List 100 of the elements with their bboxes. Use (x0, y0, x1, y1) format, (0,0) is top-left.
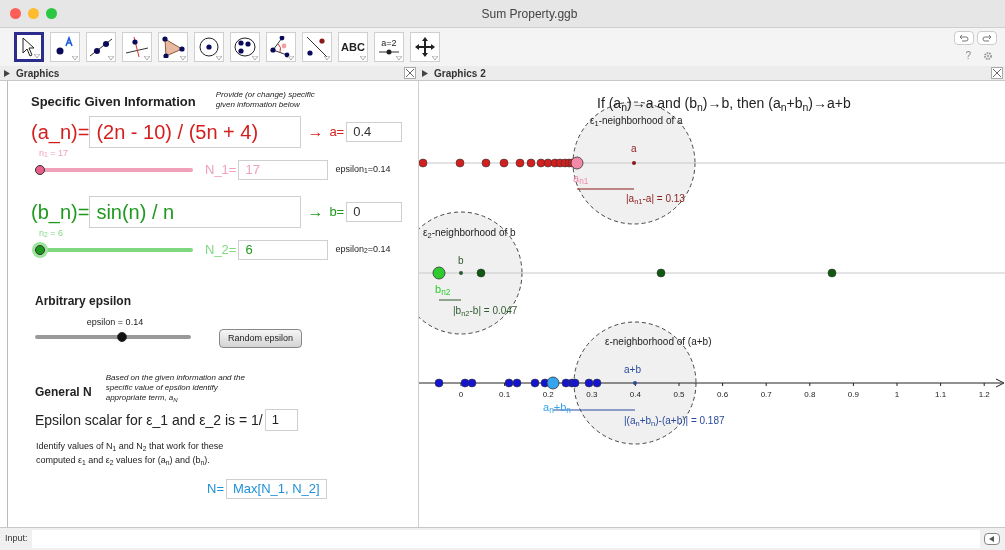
sequence-point (561, 378, 571, 388)
limit-field[interactable]: 0.4 (346, 121, 403, 142)
sequence-point (481, 158, 491, 168)
tick-label: 0 (458, 389, 464, 401)
tick-label: 0.6 (717, 389, 729, 401)
sequence-point (515, 158, 525, 168)
sequence-point (526, 158, 536, 168)
settings-icon[interactable] (983, 50, 993, 61)
limit-point (632, 161, 636, 165)
n-label: N_1= (205, 160, 237, 179)
expand-triangle-icon[interactable] (4, 69, 10, 77)
tick-label: 0.9 (847, 389, 859, 401)
slider-label: n$_{2}$ = 6 (39, 227, 65, 238)
n-label: N= (207, 480, 224, 499)
tick-label: 1.2 (978, 389, 990, 401)
graphics-title: If (a$_{n}$)→a and (b$_{n}$)→b, then (a$_{n}$+b$_{n}$)→a+b (597, 94, 851, 114)
close-icon[interactable] (404, 67, 416, 79)
distance-label: |b$_{n2}$-b| = 0.047 (453, 304, 518, 318)
tick-label: 0.5 (673, 389, 685, 401)
sequence-label: (b_n)= (31, 199, 90, 226)
close-icon[interactable] (991, 67, 1003, 79)
expand-triangle-icon[interactable] (422, 69, 428, 77)
tick-label: 0.8 (804, 389, 816, 401)
redo-button[interactable] (977, 31, 997, 45)
limit-label: b (458, 254, 464, 268)
section-heading: Specific Given Information (31, 93, 196, 111)
formula-field[interactable]: (2n - 10) / (5n + 4) (89, 115, 302, 148)
slider-thumb[interactable] (35, 164, 45, 175)
limit-label: a (631, 142, 637, 156)
sequence-point (656, 268, 666, 278)
arrow-symbol: → (307, 201, 324, 222)
sequence-point (467, 378, 477, 388)
undo-icon (959, 34, 969, 42)
formula-field[interactable]: sin(n) / n (89, 195, 302, 228)
sequence-point (543, 158, 553, 168)
term-point[interactable] (570, 156, 584, 170)
term-label: a$_{n}$+b$_{n}$ (543, 400, 571, 416)
note-text: Provide (or change) specific given information below (215, 90, 316, 110)
perpendicular-line-icon (125, 36, 149, 58)
section-heading: Arbitrary epsilon (35, 292, 133, 310)
sequence-point (512, 378, 522, 388)
move-arrows-icon (414, 36, 436, 58)
text-tool-label: ABC (341, 39, 365, 55)
limit-point (633, 381, 637, 385)
redo-icon (982, 34, 992, 42)
instruction-paragraph: Identify values of N$_{1}$ and N$_{2}$ that work for these computed ε$_{1}$ and ε$_{2}$ values for (a$_{n}$) and (b$_{n}$). (36, 440, 225, 467)
tick-label: 0.7 (760, 389, 772, 401)
neighborhood-label: ε-neighborhood of (a+b) (605, 335, 712, 349)
term-point[interactable] (432, 266, 446, 280)
dropdown-arrow-icon[interactable] (324, 56, 330, 60)
sequence-point (499, 158, 509, 168)
n-field[interactable]: 6 (238, 239, 329, 260)
tick-label: 1 (894, 389, 900, 401)
tick-label: 0.3 (586, 389, 598, 401)
limit-point (459, 271, 463, 275)
undo-button[interactable] (954, 31, 974, 45)
max-field[interactable]: Max[N_1, N_2] (226, 479, 327, 499)
neighborhood-label: ε$_{2}$-neighborhood of b (423, 226, 516, 240)
term-label: b$_{n2}$ (435, 282, 451, 298)
triangle-icon (161, 36, 185, 58)
tick-label: 0.2 (542, 389, 554, 401)
sequence-point (530, 378, 540, 388)
epsilon-value: epsilon$_{2}$=0.14 (335, 242, 391, 257)
term-label: a$_{n1}$ (573, 171, 589, 187)
random-epsilon-button[interactable]: Random epsilon (219, 329, 303, 348)
panel-title: Graphics 2 (434, 66, 486, 81)
scalar-label: Epsilon scalar for ε_1 and ε_2 is = 1/ (35, 410, 263, 430)
limit-label: b= (329, 202, 345, 221)
sequence-point (592, 378, 602, 388)
limit-label: a= (329, 122, 345, 141)
term-point[interactable] (546, 376, 560, 390)
window-title: Sum Property.ggb (481, 5, 578, 23)
slider-thumb[interactable] (35, 244, 45, 255)
panel-title: Graphics (16, 66, 60, 81)
tick-label: 0.4 (629, 389, 641, 401)
sequence-point (504, 378, 514, 388)
slider-thumb[interactable] (116, 332, 127, 342)
limit-field[interactable]: 0 (346, 201, 403, 222)
reflect-icon (305, 36, 329, 58)
triangle-left-icon (989, 536, 995, 542)
dropdown-arrow-icon[interactable] (288, 56, 294, 60)
keyboard-toggle-button[interactable] (984, 533, 1000, 545)
sequence-label: (a_n)= (31, 119, 90, 146)
sequence-point (584, 378, 594, 388)
sequence-point (536, 158, 546, 168)
scalar-field[interactable]: 1 (264, 409, 298, 431)
note-text: Based on the given information and the specific value of epsilon identify appropriate term, a$_{N}$ (105, 373, 246, 403)
n-label: N_2= (205, 240, 237, 259)
tool-button[interactable]: ABC (338, 32, 368, 62)
arrow-symbol: → (307, 121, 324, 142)
tool-button[interactable] (14, 32, 44, 62)
distance-label: |(a$_{n}$+b$_{n}$)-(a+b)| = 0.187 (624, 414, 725, 428)
circle-icon (198, 36, 220, 58)
tool-button[interactable]: a=2 (374, 32, 404, 62)
ellipse-icon (233, 36, 257, 58)
section-heading: General N (35, 384, 92, 401)
slider-label: epsilon = 0.14 (86, 315, 144, 329)
slider-label: n$_{1}$ = 17 (39, 147, 70, 158)
arrow-cursor-icon (21, 37, 37, 57)
limit-label: a+b (624, 363, 641, 377)
